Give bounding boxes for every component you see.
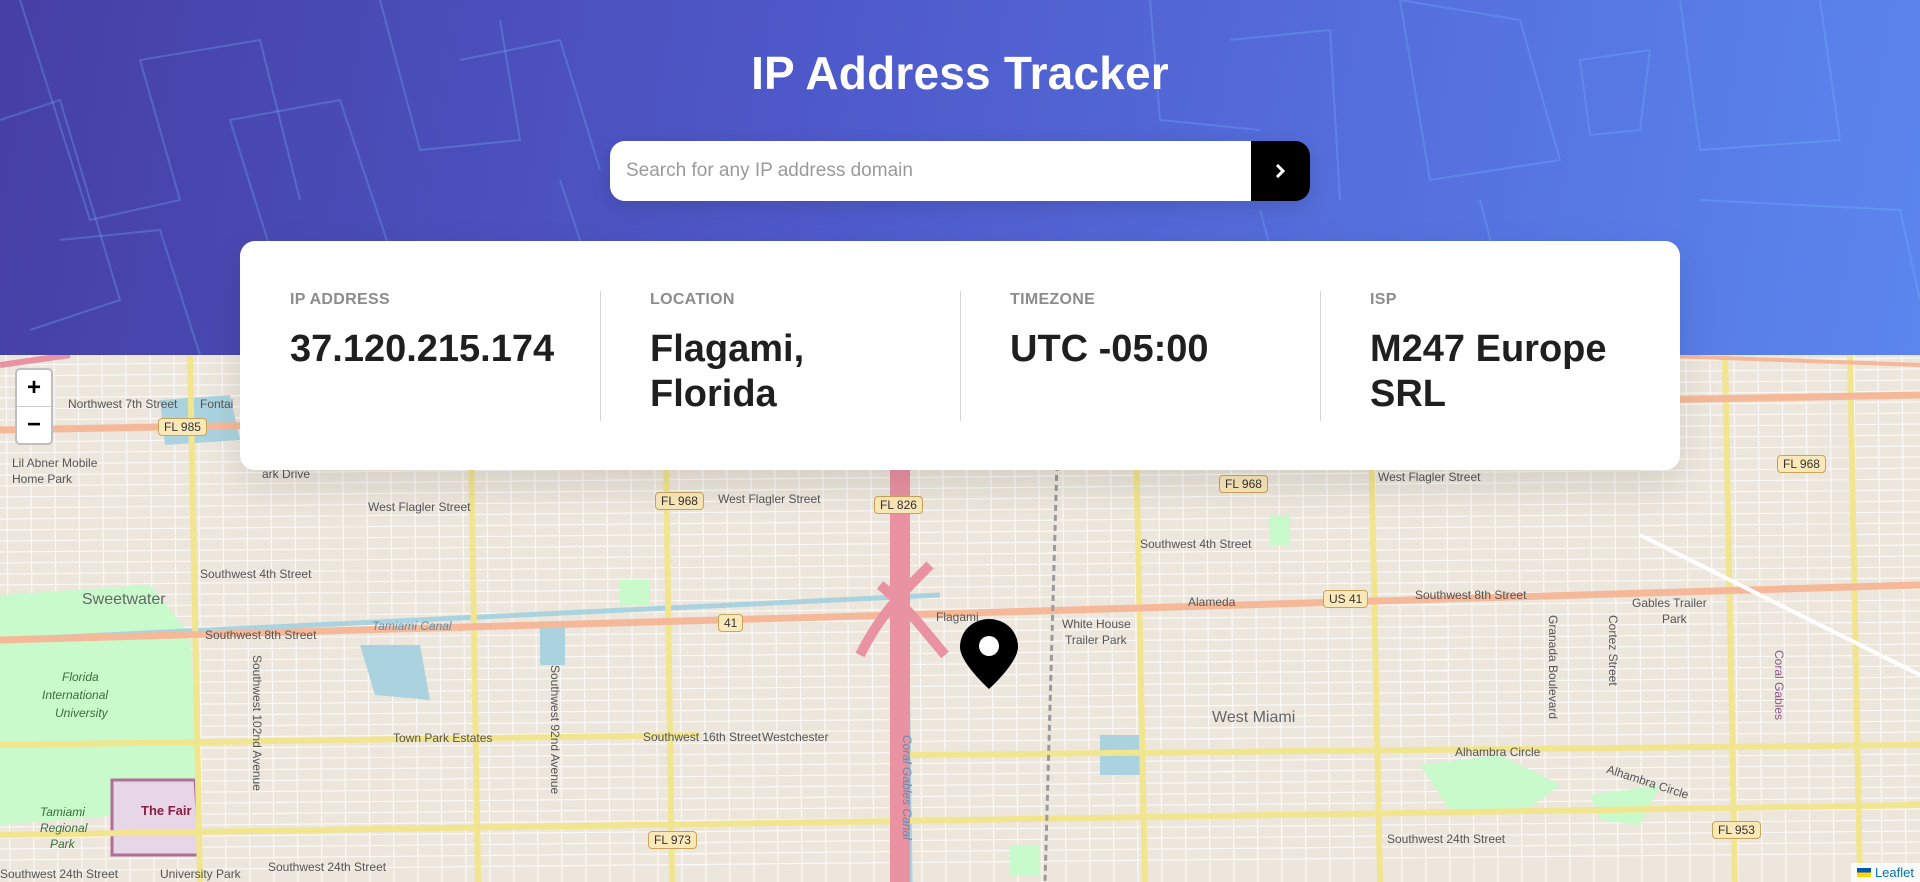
road-shield: FL 826 [874, 496, 923, 514]
road-shield: FL 968 [1777, 455, 1826, 473]
timezone-cell: Timezone UTC -05:00 [960, 241, 1320, 470]
zoom-out-button[interactable]: − [17, 406, 51, 443]
ip-tracker-app: IP Address Tracker IP Address 37.120.215… [0, 0, 1920, 882]
map-label: Southwest 8th Street [1415, 588, 1527, 602]
map-attribution: Leaflet [1850, 863, 1920, 882]
road-shield: FL 968 [1219, 475, 1268, 493]
location-pin-icon[interactable] [960, 619, 1018, 689]
map-label: Park [50, 837, 75, 851]
isp-label: ISP [1370, 291, 1397, 308]
location-cell: Location Flagami, Florida [600, 241, 960, 470]
map-label: Southwest 16th Street [643, 730, 762, 744]
ukraine-flag-icon [1856, 868, 1871, 877]
road-shield: 41 [718, 614, 744, 632]
map-label: International [42, 688, 109, 702]
page-title: IP Address Tracker [751, 47, 1169, 99]
road-shield: US 41 [1323, 590, 1369, 608]
map-label: Town Park Estates [393, 731, 493, 745]
ip-info-card: IP Address 37.120.215.174 Location Flaga… [240, 241, 1680, 470]
map-label: Southwest 8th Street [205, 628, 317, 642]
ip-address-label: IP Address [290, 291, 390, 308]
map-label: Trailer Park [1065, 633, 1127, 647]
map-label: University Park [160, 867, 241, 881]
road-shield: FL 973 [648, 831, 697, 849]
map-label: Southwest 24th Street [0, 867, 119, 881]
map-label: Florida [62, 670, 99, 684]
map-label: Home Park [12, 472, 73, 486]
search-form [610, 141, 1310, 201]
map-label: University [55, 706, 108, 720]
map-label: Southwest 4th Street [200, 567, 312, 581]
map-label: Granada Boulevard [1546, 615, 1560, 720]
location-value: Flagami, Florida [650, 328, 805, 415]
timezone-label: Timezone [1010, 291, 1096, 308]
chevron-right-icon [1275, 164, 1286, 178]
timezone-value: UTC -05:00 [1010, 328, 1209, 370]
map-label: The Fair [141, 803, 192, 818]
map-label: Southwest 24th Street [268, 860, 387, 874]
map-label: Alameda [1188, 595, 1236, 609]
map-label: Southwest 92nd Avenue [548, 665, 562, 795]
map-label: West Flagler Street [1378, 470, 1481, 484]
map-label: Sweetwater [82, 591, 166, 608]
zoom-in-button[interactable]: + [17, 370, 51, 406]
map-label: Tamiami [40, 805, 85, 819]
ip-address-cell: IP Address 37.120.215.174 [240, 241, 600, 470]
leaflet-link[interactable]: Leaflet [1875, 865, 1914, 880]
road-shield: FL 985 [158, 418, 207, 436]
map-label: Alhambra Circle [1455, 745, 1541, 759]
map-label: Southwest 24th Street [1387, 832, 1506, 846]
search-submit-button[interactable] [1251, 141, 1310, 201]
map-label: Gables Trailer [1632, 596, 1707, 610]
map-label: Southwest 4th Street [1140, 537, 1252, 551]
isp-value: M247 Europe SRL [1370, 328, 1607, 415]
isp-cell: ISP M247 Europe SRL [1320, 241, 1680, 470]
zoom-control: + − [15, 368, 53, 445]
road-shield: FL 953 [1712, 821, 1761, 839]
map-label: Fontai [200, 397, 234, 411]
map-label: Westchester [762, 730, 829, 744]
map-label: White House [1062, 617, 1131, 631]
map-label: Cortez Street [1606, 615, 1620, 686]
map-label: West Flagler Street [718, 492, 821, 506]
map-label: Tamiami Canal [372, 619, 452, 633]
map-label: Southwest 102nd Avenue [250, 655, 264, 791]
map-label: Coral Gables Canal [900, 735, 914, 840]
road-shield: FL 968 [655, 492, 704, 510]
map-label: Regional [40, 821, 88, 835]
ip-address-value: 37.120.215.174 [290, 328, 555, 370]
map-label: West Miami [1212, 709, 1296, 726]
map-label: Northwest 7th Street [68, 397, 178, 411]
map-label: Lil Abner Mobile [12, 456, 98, 470]
location-label: Location [650, 291, 735, 308]
map-label: Coral Gables [1772, 650, 1786, 721]
map-label: West Flagler Street [368, 500, 471, 514]
search-input[interactable] [610, 141, 1251, 201]
map-label: Park [1662, 612, 1687, 626]
